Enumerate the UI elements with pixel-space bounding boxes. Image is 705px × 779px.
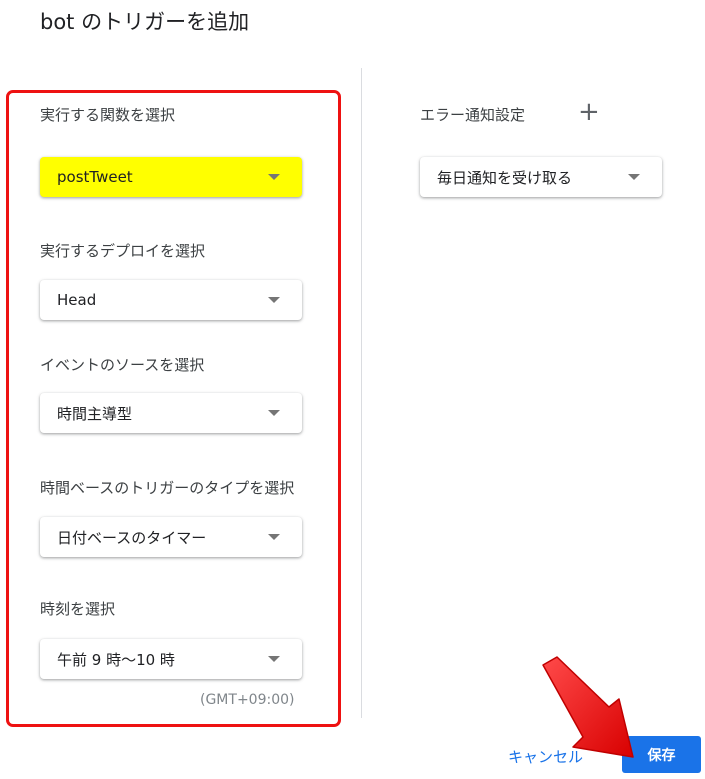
trigger-type-label: 時間ベースのトリガーのタイプを選択 <box>40 479 295 497</box>
time-label: 時刻を選択 <box>40 600 116 618</box>
event-source-select[interactable]: 時間主導型 <box>40 393 302 433</box>
time-select[interactable]: 午前 9 時～10 時 <box>40 639 302 679</box>
event-source-label: イベントのソースを選択 <box>40 356 205 374</box>
column-divider <box>361 68 362 718</box>
function-select-value: postTweet <box>57 168 133 186</box>
timezone-text: (GMT+09:00) <box>200 692 295 708</box>
function-select[interactable]: postTweet <box>40 157 302 197</box>
dropdown-caret-icon <box>268 297 280 303</box>
deployment-select[interactable]: Head <box>40 280 302 320</box>
dropdown-caret-icon <box>268 174 280 180</box>
deployment-label: 実行するデプロイを選択 <box>40 242 206 260</box>
trigger-type-select-value: 日付ベースのタイマー <box>57 528 207 547</box>
add-notification-icon[interactable]: + <box>578 99 600 125</box>
dropdown-caret-icon <box>268 410 280 416</box>
trigger-type-select[interactable]: 日付ベースのタイマー <box>40 517 302 557</box>
page-title: bot のトリガーを追加 <box>40 10 250 34</box>
function-label: 実行する関数を選択 <box>40 106 176 124</box>
notification-select-value: 毎日通知を受け取る <box>437 168 573 187</box>
red-arrow-icon <box>542 656 634 758</box>
notification-select[interactable]: 毎日通知を受け取る <box>420 157 662 197</box>
event-source-select-value: 時間主導型 <box>57 404 133 423</box>
dropdown-caret-icon <box>628 174 640 180</box>
notification-label: エラー通知設定 <box>420 106 526 124</box>
deployment-select-value: Head <box>57 291 97 309</box>
dropdown-caret-icon <box>268 534 280 540</box>
dropdown-caret-icon <box>268 656 280 662</box>
time-select-value: 午前 9 時～10 時 <box>57 650 175 669</box>
